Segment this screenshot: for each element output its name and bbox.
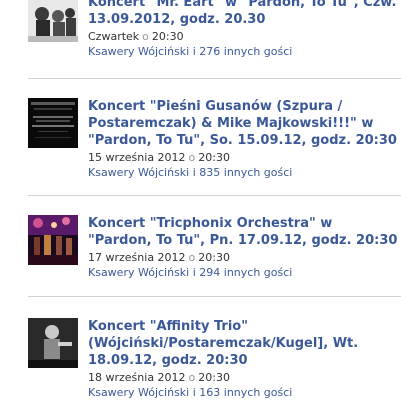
- event-date: 18 września 2012: [88, 371, 186, 384]
- event-guests-link[interactable]: Ksawery Wójciński i 835 innych gości: [88, 165, 400, 180]
- event-thumbnail[interactable]: [28, 98, 78, 148]
- separator-dot: o: [142, 30, 149, 43]
- event-time: 20:30: [151, 30, 184, 43]
- event-thumbnail[interactable]: [28, 215, 78, 265]
- event-date: 15 września 2012: [88, 151, 186, 164]
- divider: [28, 296, 401, 297]
- event-datetime: Czwartek o 20:30: [88, 29, 400, 44]
- divider: [28, 195, 401, 196]
- event-date: 17 września 2012: [88, 251, 186, 264]
- event-guests-link[interactable]: Ksawery Wójciński i 163 innych gości: [88, 385, 400, 400]
- event-title-link[interactable]: Koncert "Tricphonix Orchestra" w "Pardon…: [88, 215, 400, 249]
- event-datetime: 17 września 2012 o 20:30: [88, 250, 400, 265]
- event-time: 20:30: [198, 151, 230, 164]
- event-time: 20:30: [198, 251, 230, 264]
- event-time: 20:30: [198, 371, 230, 384]
- event-datetime: 18 września 2012 o 20:30: [88, 370, 400, 385]
- event-date: Czwartek: [88, 30, 140, 43]
- event-datetime: 15 września 2012 o 20:30: [88, 150, 400, 165]
- event-title-link[interactable]: Koncert "Affinity Trio" (Wójciński/Posta…: [88, 318, 400, 369]
- event-title-link[interactable]: Koncert "Mr. Eart" w "Pardon, To Tu", Cz…: [88, 0, 400, 28]
- separator-dot: o: [188, 251, 196, 264]
- event-guests-link[interactable]: Ksawery Wójciński i 276 innych gości: [88, 44, 400, 59]
- event-thumbnail[interactable]: [28, 318, 78, 368]
- separator-dot: o: [188, 371, 196, 384]
- separator-dot: o: [188, 151, 196, 164]
- event-guests-link[interactable]: Ksawery Wójciński i 294 innych gości: [88, 265, 400, 280]
- event-title-link[interactable]: Koncert "Pieśni Gusanów (Szpura / Postar…: [88, 98, 400, 149]
- divider: [28, 78, 401, 79]
- event-thumbnail[interactable]: [28, 0, 78, 42]
